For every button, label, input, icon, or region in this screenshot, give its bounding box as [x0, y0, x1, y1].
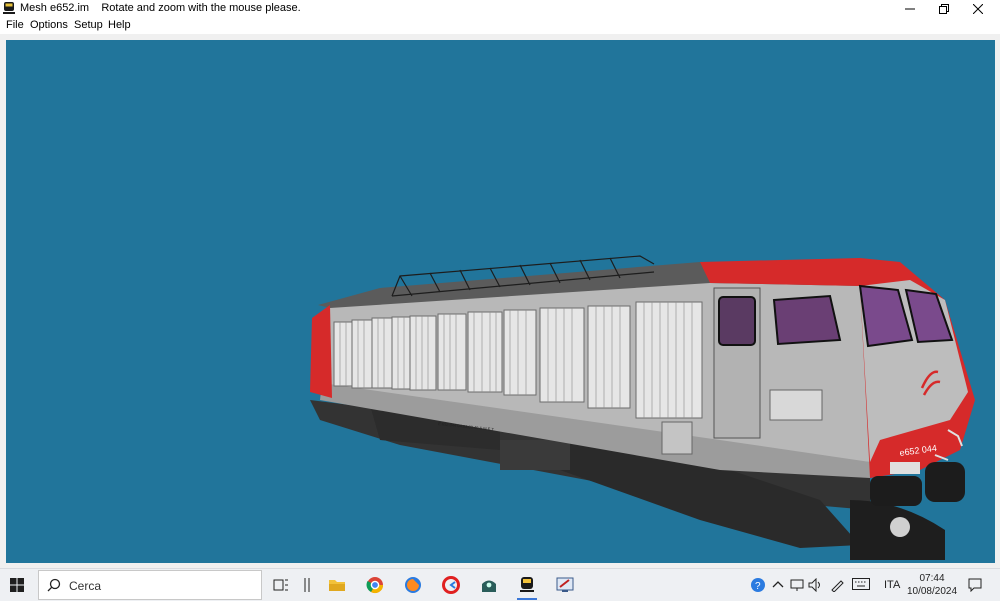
- menu-options[interactable]: Options: [30, 19, 68, 31]
- volume-icon[interactable]: [808, 578, 824, 592]
- search-icon: [47, 578, 61, 592]
- fuel-tank: [500, 440, 570, 470]
- svg-text:?: ?: [755, 581, 761, 592]
- minimize-icon: [905, 8, 915, 10]
- editor-app-icon: [556, 577, 574, 592]
- train-app-icon: [520, 577, 534, 592]
- chrome-button[interactable]: [362, 573, 388, 597]
- ccleaner-button[interactable]: [438, 573, 464, 597]
- taskbar: Cerca ? ITA 07:44 10/08/2024: [0, 568, 1000, 601]
- side-window: [772, 294, 842, 346]
- clock-time: 07:44: [919, 573, 945, 584]
- system-clock[interactable]: 07:44 10/08/2024: [905, 572, 959, 598]
- steam-app-button[interactable]: [476, 573, 502, 597]
- menu-setup[interactable]: Setup: [74, 19, 103, 31]
- restore-button[interactable]: [928, 0, 960, 18]
- window-title: Mesh e652.im Rotate and zoom with the mo…: [20, 2, 301, 14]
- viewport-frame-right: [995, 34, 1000, 563]
- menu-bar: File Options Setup Help: [0, 18, 1000, 34]
- menu-file[interactable]: File: [6, 19, 24, 31]
- task-view-icon: [273, 579, 288, 591]
- restore-icon: [939, 4, 949, 14]
- underframe-box: [661, 421, 693, 455]
- menu-help[interactable]: Help: [108, 19, 131, 31]
- train-app-icon: [3, 2, 15, 14]
- cab-rear-red: [310, 305, 332, 398]
- ccleaner-icon: [442, 576, 460, 594]
- help-icon[interactable]: ?: [750, 577, 766, 593]
- title-bar: Mesh e652.im Rotate and zoom with the mo…: [0, 0, 1000, 18]
- keyboard-icon[interactable]: [852, 578, 870, 590]
- chevron-up-icon[interactable]: [772, 579, 784, 589]
- pen-icon[interactable]: [830, 578, 844, 592]
- divider-icon: [304, 578, 310, 592]
- minimize-button[interactable]: [894, 0, 926, 18]
- file-explorer-button[interactable]: [324, 573, 350, 597]
- window-hint: Rotate and zoom with the mouse please.: [101, 2, 301, 14]
- close-button[interactable]: [962, 0, 994, 18]
- firefox-icon: [405, 577, 421, 593]
- locomotive-app-icon: [482, 580, 496, 592]
- search-placeholder: Cerca: [69, 579, 102, 593]
- firefox-button[interactable]: [400, 573, 426, 597]
- taskbar-search[interactable]: Cerca: [38, 570, 262, 600]
- notification-icon[interactable]: [968, 578, 982, 592]
- cab-side-vent: [769, 389, 823, 421]
- chrome-icon: [366, 577, 384, 594]
- mesh-viewer-button[interactable]: [514, 573, 540, 600]
- 3d-viewport[interactable]: e652 044 E.652.044 04.03.83 40 S.M.E.T: [6, 40, 995, 563]
- door-window: [718, 296, 756, 346]
- editor-app-button[interactable]: [552, 573, 578, 597]
- taskbar-divider-app[interactable]: [294, 573, 320, 597]
- folder-icon: [329, 580, 345, 591]
- clock-date: 10/08/2024: [906, 586, 958, 597]
- task-view-button[interactable]: [268, 573, 294, 597]
- windows-start-icon[interactable]: [10, 578, 24, 592]
- close-icon: [973, 4, 983, 14]
- network-icon[interactable]: [790, 578, 804, 592]
- locomotive-model[interactable]: e652 044 E.652.044 04.03.83 40 S.M.E.T: [6, 40, 995, 563]
- language-indicator[interactable]: ITA: [884, 579, 900, 591]
